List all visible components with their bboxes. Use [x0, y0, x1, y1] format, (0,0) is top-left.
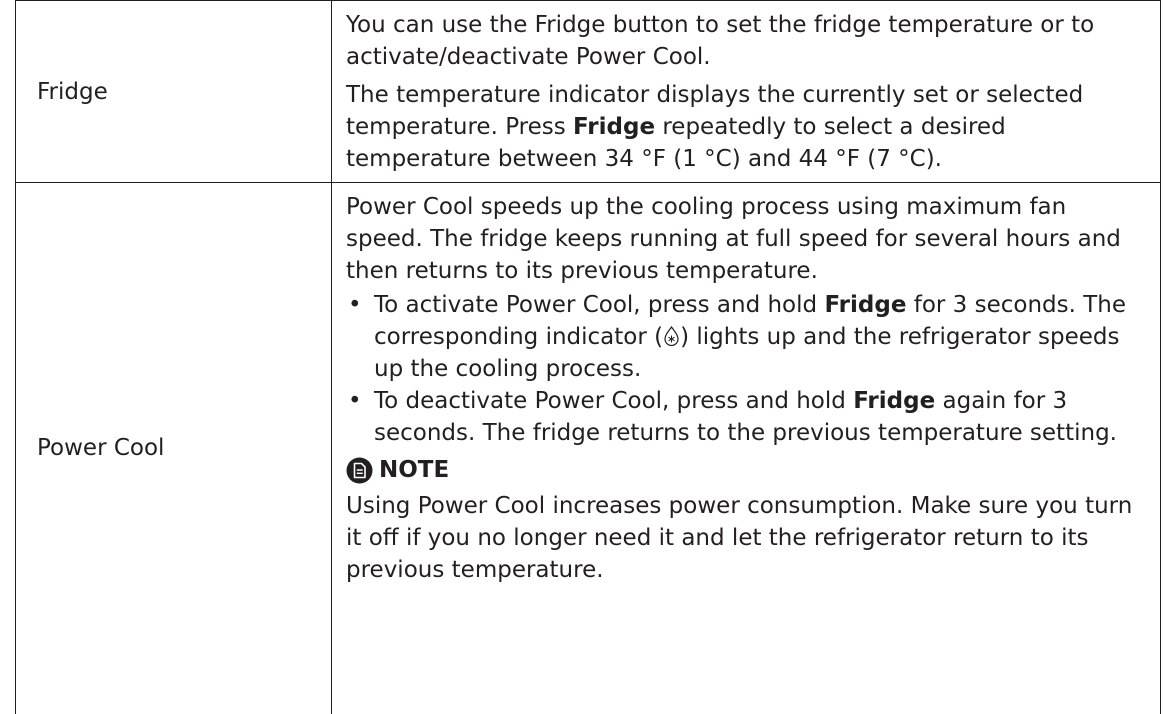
- table-row-fridge: Fridge You can use the Fridge button to …: [15, 0, 1161, 183]
- row-label-power-cool: Power Cool: [15, 182, 332, 714]
- note-label: NOTE: [379, 457, 450, 483]
- fridge-button-name: Fridge: [853, 388, 936, 414]
- note-icon: [346, 457, 373, 484]
- list-item: To deactivate Power Cool, press and hold…: [346, 385, 1146, 449]
- power-cool-indicator-icon: [663, 323, 680, 347]
- activate-pre: To activate Power Cool, press and hold: [374, 292, 825, 318]
- deactivate-pre: To deactivate Power Cool, press and hold: [374, 388, 854, 414]
- power-cool-intro: Power Cool speeds up the cooling process…: [346, 194, 1121, 284]
- row-label-fridge: Fridge: [15, 0, 332, 183]
- list-item: To activate Power Cool, press and hold F…: [346, 289, 1146, 385]
- fridge-paragraph-2: The temperature indicator displays the c…: [346, 79, 1146, 175]
- note-text: Using Power Cool increases power consump…: [346, 493, 1133, 583]
- fridge-button-name: Fridge: [824, 292, 907, 318]
- row-description-fridge: You can use the Fridge button to set the…: [331, 0, 1161, 183]
- note-heading: NOTE: [346, 454, 1146, 486]
- row-description-power-cool: Power Cool speeds up the cooling process…: [331, 182, 1161, 714]
- table-row-power-cool: Power Cool Power Cool speeds up the cool…: [15, 182, 1161, 714]
- fridge-paragraph-1: You can use the Fridge button to set the…: [346, 12, 1095, 70]
- settings-table: Fridge You can use the Fridge button to …: [15, 0, 1161, 714]
- fridge-button-name: Fridge: [573, 114, 656, 140]
- power-cool-steps: To activate Power Cool, press and hold F…: [346, 289, 1146, 449]
